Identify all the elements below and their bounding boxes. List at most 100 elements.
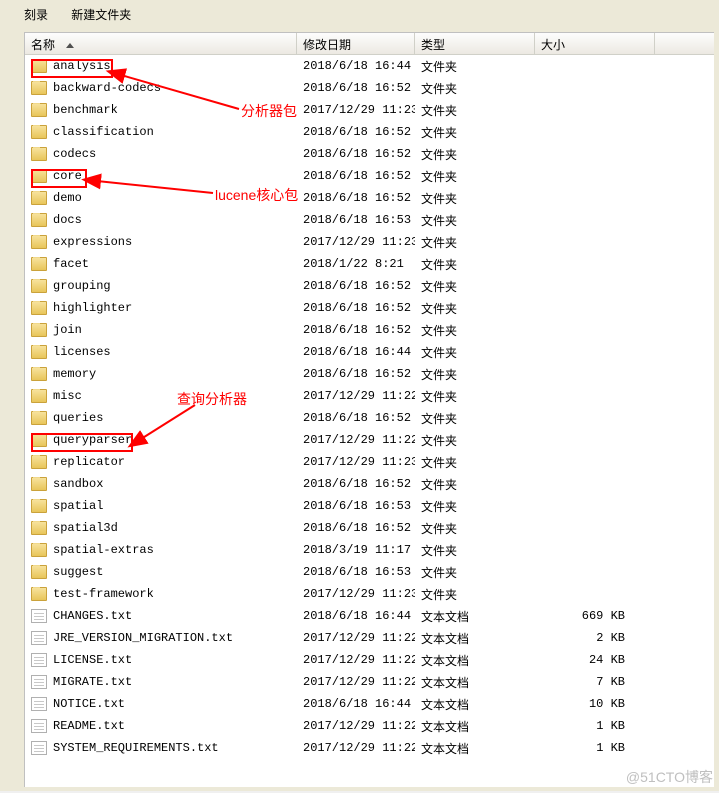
cell-name: queryparser <box>25 433 297 447</box>
table-row[interactable]: analysis2018/6/18 16:44文件夹 <box>25 55 714 77</box>
table-row[interactable]: misc 2017/12/29 11:22文件夹 <box>25 385 714 407</box>
menu-burn[interactable]: 刻录 <box>24 9 48 23</box>
table-row[interactable]: expressions2017/12/29 11:23文件夹 <box>25 231 714 253</box>
folder-icon <box>31 103 47 117</box>
header-date[interactable]: 修改日期 <box>297 33 415 54</box>
cell-type: 文件夹 <box>415 234 535 251</box>
cell-type: 文件夹 <box>415 124 535 141</box>
file-name: spatial <box>53 499 103 513</box>
cell-type: 文件夹 <box>415 564 535 581</box>
cell-type: 文本文档 <box>415 718 535 735</box>
cell-type: 文件夹 <box>415 278 535 295</box>
table-row[interactable]: spatial2018/6/18 16:53文件夹 <box>25 495 714 517</box>
cell-type: 文件夹 <box>415 300 535 317</box>
table-row[interactable]: CHANGES.txt2018/6/18 16:44文本文档669 KB <box>25 605 714 627</box>
cell-type: 文件夹 <box>415 432 535 449</box>
cell-name: backward-codecs <box>25 81 297 95</box>
table-row[interactable]: sandbox2018/6/18 16:52文件夹 <box>25 473 714 495</box>
file-name: sandbox <box>53 477 103 491</box>
folder-icon <box>31 59 47 73</box>
menu-new-folder[interactable]: 新建文件夹 <box>71 9 131 23</box>
table-row[interactable]: join2018/6/18 16:52文件夹 <box>25 319 714 341</box>
cell-name: highlighter <box>25 301 297 315</box>
header-name[interactable]: 名称 <box>25 33 297 54</box>
sort-ascending-icon <box>66 43 74 48</box>
table-row[interactable]: grouping2018/6/18 16:52文件夹 <box>25 275 714 297</box>
file-name: test-framework <box>53 587 154 601</box>
file-name: README.txt <box>53 719 125 733</box>
file-rows: analysis2018/6/18 16:44文件夹backward-codec… <box>25 55 714 759</box>
table-row[interactable]: JRE_VERSION_MIGRATION.txt2017/12/29 11:2… <box>25 627 714 649</box>
table-row[interactable]: suggest2018/6/18 16:53文件夹 <box>25 561 714 583</box>
folder-icon <box>31 169 47 183</box>
table-row[interactable]: benchmark2017/12/29 11:23文件夹 <box>25 99 714 121</box>
cell-type: 文件夹 <box>415 102 535 119</box>
cell-date: 2017/12/29 11:22 <box>297 675 415 689</box>
table-row[interactable]: SYSTEM_REQUIREMENTS.txt2017/12/29 11:22文… <box>25 737 714 759</box>
file-name: misc <box>53 389 82 403</box>
cell-date: 2018/6/18 16:53 <box>297 213 415 227</box>
cell-size: 1 KB <box>535 719 655 733</box>
table-row[interactable]: licenses2018/6/18 16:44文件夹 <box>25 341 714 363</box>
cell-name: suggest <box>25 565 297 579</box>
table-row[interactable]: README.txt2017/12/29 11:22文本文档1 KB <box>25 715 714 737</box>
cell-date: 2017/12/29 11:22 <box>297 433 415 447</box>
cell-name: spatial3d <box>25 521 297 535</box>
folder-icon <box>31 345 47 359</box>
file-name: codecs <box>53 147 96 161</box>
cell-name: MIGRATE.txt <box>25 675 297 689</box>
table-row[interactable]: facet2018/1/22 8:21文件夹 <box>25 253 714 275</box>
cell-date: 2018/6/18 16:44 <box>297 609 415 623</box>
cell-name: sandbox <box>25 477 297 491</box>
header-size[interactable]: 大小 <box>535 33 655 54</box>
table-row[interactable]: LICENSE.txt2017/12/29 11:22文本文档24 KB <box>25 649 714 671</box>
table-row[interactable]: classification2018/6/18 16:52文件夹 <box>25 121 714 143</box>
toolbar: 刻录 新建文件夹 <box>24 6 147 23</box>
table-row[interactable]: backward-codecs2018/6/18 16:52文件夹 <box>25 77 714 99</box>
header-type[interactable]: 类型 <box>415 33 535 54</box>
cell-type: 文件夹 <box>415 542 535 559</box>
cell-name: core <box>25 169 297 183</box>
table-row[interactable]: docs2018/6/18 16:53文件夹 <box>25 209 714 231</box>
table-row[interactable]: queryparser2017/12/29 11:22文件夹 <box>25 429 714 451</box>
cell-type: 文件夹 <box>415 388 535 405</box>
folder-icon <box>31 455 47 469</box>
file-name: join <box>53 323 82 337</box>
table-row[interactable]: core2018/6/18 16:52文件夹 <box>25 165 714 187</box>
cell-date: 2017/12/29 11:23 <box>297 235 415 249</box>
file-list-pane: 名称 修改日期 类型 大小 analysis2018/6/18 16:44文件夹… <box>24 32 714 787</box>
table-row[interactable]: spatial3d2018/6/18 16:52文件夹 <box>25 517 714 539</box>
table-row[interactable]: NOTICE.txt2018/6/18 16:44文本文档10 KB <box>25 693 714 715</box>
table-row[interactable]: memory2018/6/18 16:52文件夹 <box>25 363 714 385</box>
folder-icon <box>31 433 47 447</box>
folder-icon <box>31 323 47 337</box>
file-name: core <box>53 169 82 183</box>
cell-size: 10 KB <box>535 697 655 711</box>
table-row[interactable]: spatial-extras2018/3/19 11:17文件夹 <box>25 539 714 561</box>
cell-name: codecs <box>25 147 297 161</box>
file-name: licenses <box>53 345 111 359</box>
table-row[interactable]: MIGRATE.txt2017/12/29 11:22文本文档7 KB <box>25 671 714 693</box>
cell-type: 文本文档 <box>415 630 535 647</box>
cell-date: 2017/12/29 11:22 <box>297 631 415 645</box>
table-row[interactable]: highlighter2018/6/18 16:52文件夹 <box>25 297 714 319</box>
table-row[interactable]: replicator2017/12/29 11:23文件夹 <box>25 451 714 473</box>
file-icon <box>31 719 47 733</box>
cell-type: 文件夹 <box>415 520 535 537</box>
cell-size: 669 KB <box>535 609 655 623</box>
table-row[interactable]: codecs2018/6/18 16:52文件夹 <box>25 143 714 165</box>
cell-type: 文本文档 <box>415 674 535 691</box>
table-row[interactable]: demo2018/6/18 16:52文件夹 <box>25 187 714 209</box>
cell-name: join <box>25 323 297 337</box>
cell-date: 2018/6/18 16:53 <box>297 499 415 513</box>
table-row[interactable]: queries2018/6/18 16:52文件夹 <box>25 407 714 429</box>
cell-name: README.txt <box>25 719 297 733</box>
folder-icon <box>31 81 47 95</box>
cell-type: 文件夹 <box>415 256 535 273</box>
file-icon <box>31 741 47 755</box>
cell-type: 文件夹 <box>415 344 535 361</box>
table-row[interactable]: test-framework2017/12/29 11:23文件夹 <box>25 583 714 605</box>
file-icon <box>31 609 47 623</box>
cell-date: 2018/3/19 11:17 <box>297 543 415 557</box>
cell-date: 2017/12/29 11:22 <box>297 389 415 403</box>
